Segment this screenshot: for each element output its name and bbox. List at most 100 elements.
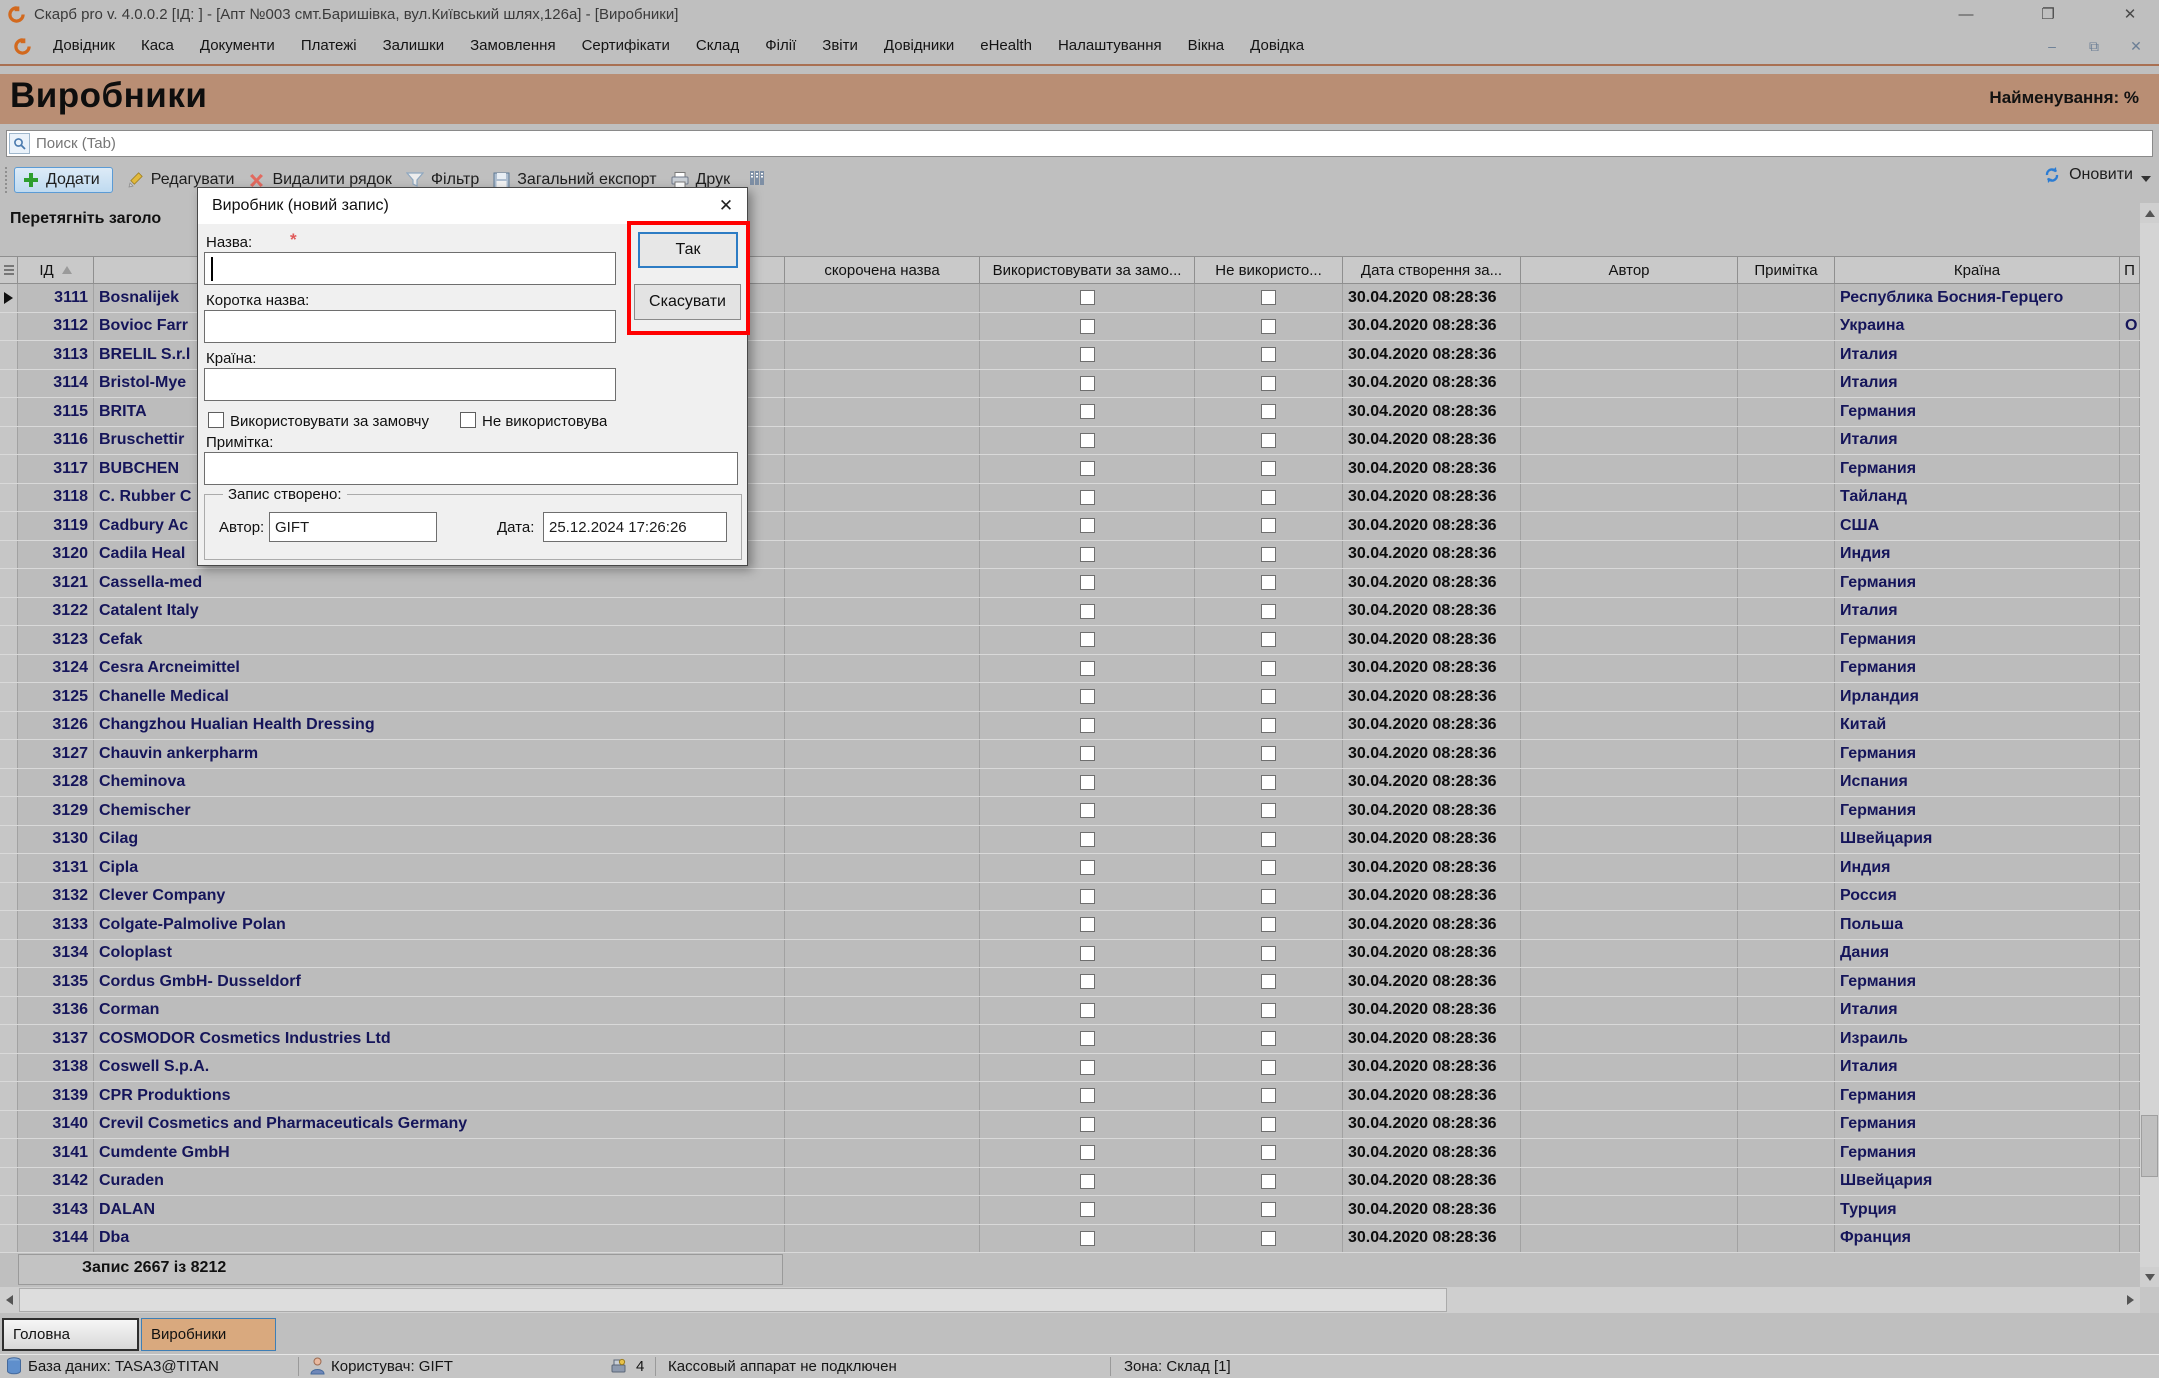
author-input[interactable]: GIFT (269, 512, 437, 542)
cell-shortname[interactable] (785, 826, 980, 854)
cell-created-date[interactable]: 30.04.2020 08:28:36 (1343, 712, 1521, 740)
cell-name[interactable]: Cordus GmbH- Dusseldorf (94, 968, 785, 996)
cell-id[interactable]: 3116 (18, 427, 94, 455)
not-use-checkbox[interactable] (1261, 1145, 1276, 1160)
not-use-checkbox[interactable] (1261, 632, 1276, 647)
menu-item-1[interactable]: Каса (128, 37, 187, 54)
cell-note[interactable] (1738, 712, 1835, 740)
cell-name[interactable]: Cefak (94, 626, 785, 654)
cell-note[interactable] (1738, 883, 1835, 911)
table-row[interactable]: 3137COSMODOR Cosmetics Industries Ltd30.… (0, 1025, 2140, 1054)
use-default-checkbox[interactable] (1080, 689, 1095, 704)
table-row[interactable]: 3125Chanelle Medical30.04.2020 08:28:36И… (0, 683, 2140, 712)
cell-author[interactable] (1521, 712, 1738, 740)
cell-note[interactable] (1738, 541, 1835, 569)
cell-p[interactable] (2120, 598, 2140, 626)
cell-not-use[interactable] (1195, 997, 1343, 1025)
cell-p[interactable]: О (2120, 313, 2140, 341)
cell-not-use[interactable] (1195, 854, 1343, 882)
cell-shortname[interactable] (785, 997, 980, 1025)
column-header-created-date[interactable]: Дата створення за... (1343, 257, 1521, 283)
cell-p[interactable] (2120, 455, 2140, 483)
cell-shortname[interactable] (785, 427, 980, 455)
cell-use-default[interactable] (980, 712, 1195, 740)
cell-country[interactable]: Израиль (1835, 1025, 2120, 1053)
use-default-checkbox[interactable] (1080, 661, 1095, 676)
not-use-checkbox[interactable] (1261, 860, 1276, 875)
cell-created-date[interactable]: 30.04.2020 08:28:36 (1343, 683, 1521, 711)
menu-item-14[interactable]: Довідка (1237, 37, 1317, 54)
cell-name[interactable]: Chemischer (94, 797, 785, 825)
use-default-checkbox[interactable] (1080, 803, 1095, 818)
cell-note[interactable] (1738, 1225, 1835, 1253)
scroll-down-icon[interactable] (2140, 1267, 2159, 1287)
cell-country[interactable]: Италия (1835, 598, 2120, 626)
menu-item-5[interactable]: Замовлення (457, 37, 568, 54)
cell-not-use[interactable] (1195, 284, 1343, 312)
table-row[interactable]: 3128Cheminova30.04.2020 08:28:36Испания (0, 769, 2140, 798)
cell-name[interactable]: Cesra Arcneimittel (94, 655, 785, 683)
cell-p[interactable] (2120, 1025, 2140, 1053)
cell-use-default[interactable] (980, 826, 1195, 854)
cell-author[interactable] (1521, 883, 1738, 911)
cell-shortname[interactable] (785, 655, 980, 683)
cell-created-date[interactable]: 30.04.2020 08:28:36 (1343, 284, 1521, 312)
cell-created-date[interactable]: 30.04.2020 08:28:36 (1343, 1111, 1521, 1139)
cell-use-default[interactable] (980, 911, 1195, 939)
cell-id[interactable]: 3136 (18, 997, 94, 1025)
cell-id[interactable]: 3135 (18, 968, 94, 996)
use-default-checkbox[interactable] (1080, 1003, 1095, 1018)
cell-name[interactable]: Chanelle Medical (94, 683, 785, 711)
cell-author[interactable] (1521, 1139, 1738, 1167)
cell-author[interactable] (1521, 370, 1738, 398)
cell-p[interactable] (2120, 712, 2140, 740)
cell-country[interactable]: Швейцария (1835, 826, 2120, 854)
use-default-checkbox[interactable] (1080, 547, 1095, 562)
not-use-checkbox[interactable] (1261, 1231, 1276, 1246)
toolbar-grip[interactable] (3, 167, 8, 193)
cell-p[interactable] (2120, 797, 2140, 825)
cell-not-use[interactable] (1195, 769, 1343, 797)
cell-id[interactable]: 3137 (18, 1025, 94, 1053)
table-row[interactable]: 3123Cefak30.04.2020 08:28:36Германия (0, 626, 2140, 655)
cell-not-use[interactable] (1195, 683, 1343, 711)
cell-name[interactable]: Dba (94, 1225, 785, 1253)
use-default-checkbox[interactable] (1080, 575, 1095, 590)
use-default-checkbox[interactable] (1080, 404, 1095, 419)
cell-created-date[interactable]: 30.04.2020 08:28:36 (1343, 427, 1521, 455)
cell-id[interactable]: 3123 (18, 626, 94, 654)
cell-p[interactable] (2120, 1111, 2140, 1139)
cell-shortname[interactable] (785, 854, 980, 882)
cell-name[interactable]: Cipla (94, 854, 785, 882)
cell-country[interactable]: США (1835, 512, 2120, 540)
table-row[interactable]: 3144Dba30.04.2020 08:28:36Франция (0, 1225, 2140, 1254)
table-row[interactable]: 3124Cesra Arcneimittel30.04.2020 08:28:3… (0, 655, 2140, 684)
cell-shortname[interactable] (785, 569, 980, 597)
cell-id[interactable]: 3114 (18, 370, 94, 398)
not-use-checkbox[interactable] (1261, 404, 1276, 419)
use-default-checkbox[interactable] (1080, 946, 1095, 961)
cell-note[interactable] (1738, 1111, 1835, 1139)
cell-id[interactable]: 3130 (18, 826, 94, 854)
cell-shortname[interactable] (785, 313, 980, 341)
use-default-checkbox[interactable] (1080, 832, 1095, 847)
name-input[interactable] (204, 252, 616, 285)
cell-country[interactable]: Республика Босния-Герцего (1835, 284, 2120, 312)
cell-not-use[interactable] (1195, 427, 1343, 455)
cell-created-date[interactable]: 30.04.2020 08:28:36 (1343, 1025, 1521, 1053)
cell-note[interactable] (1738, 683, 1835, 711)
cell-created-date[interactable]: 30.04.2020 08:28:36 (1343, 740, 1521, 768)
cell-not-use[interactable] (1195, 740, 1343, 768)
cell-not-use[interactable] (1195, 1111, 1343, 1139)
cell-created-date[interactable]: 30.04.2020 08:28:36 (1343, 940, 1521, 968)
cell-use-default[interactable] (980, 512, 1195, 540)
cell-not-use[interactable] (1195, 484, 1343, 512)
cell-note[interactable] (1738, 484, 1835, 512)
cell-p[interactable] (2120, 1225, 2140, 1253)
cell-created-date[interactable]: 30.04.2020 08:28:36 (1343, 883, 1521, 911)
cell-use-default[interactable] (980, 740, 1195, 768)
cell-use-default[interactable] (980, 854, 1195, 882)
cell-use-default[interactable] (980, 569, 1195, 597)
cell-created-date[interactable]: 30.04.2020 08:28:36 (1343, 1139, 1521, 1167)
table-row[interactable]: 3138Coswell S.p.A.30.04.2020 08:28:36Ита… (0, 1054, 2140, 1083)
